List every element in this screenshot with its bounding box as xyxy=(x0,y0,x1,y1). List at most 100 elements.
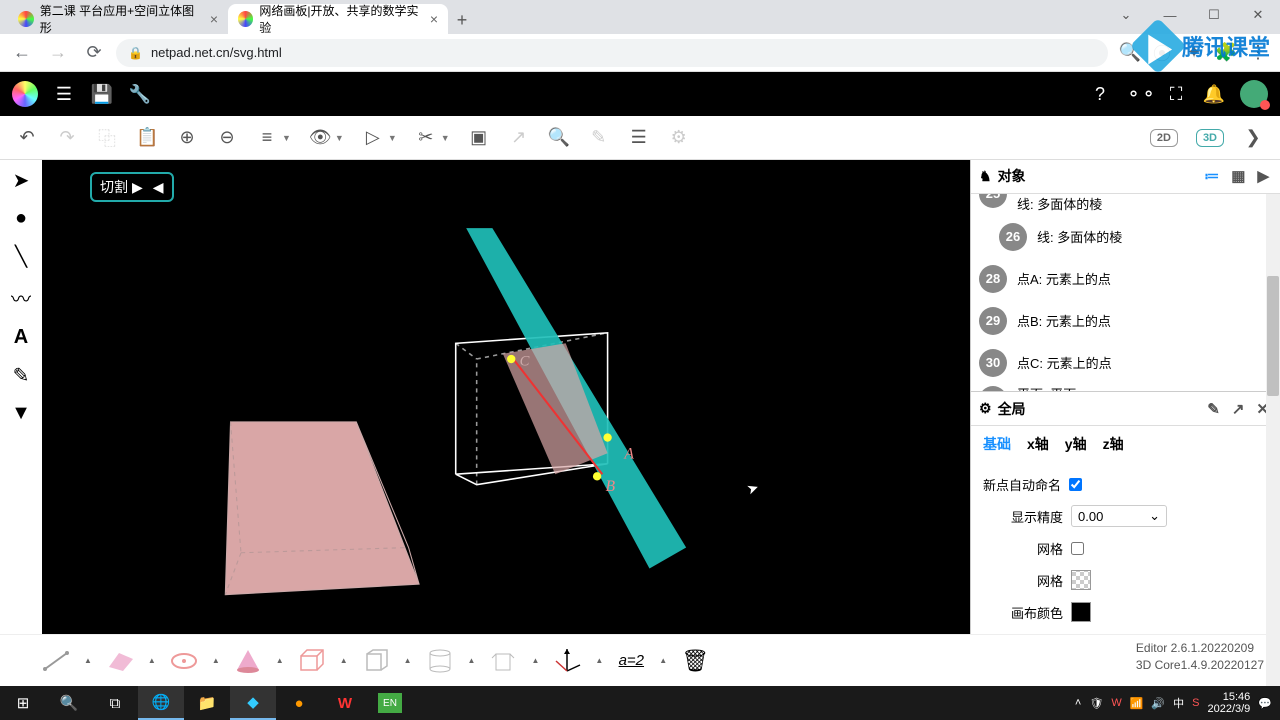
browser-tab-2[interactable]: 网络画板|开放、共享的数学实验 × xyxy=(228,4,448,34)
global-tabs: 基础 x轴 y轴 z轴 xyxy=(971,426,1280,462)
curve-tool[interactable]: 〰 xyxy=(11,283,31,312)
object-item-28[interactable]: 28 点A: 元素上的点 t xyxy=(971,258,1280,300)
minimize-button[interactable]: — xyxy=(1148,0,1192,30)
window-dropdown-icon[interactable]: ⌄ xyxy=(1104,0,1148,30)
chevron-right-icon[interactable]: ❯ xyxy=(1242,127,1264,148)
system-tray[interactable]: ˄ 🛡 W 📶 🔊 中 S 15:46 2022/3/9 💬 xyxy=(1075,691,1280,715)
visibility-dropdown[interactable]: 👁▼ xyxy=(309,127,344,148)
redo-button[interactable]: ↷ xyxy=(56,127,78,148)
puzzle-icon[interactable]: 🧩 xyxy=(1212,39,1240,67)
auto-name-checkbox[interactable] xyxy=(1069,478,1082,491)
settings-button[interactable]: ☰ xyxy=(628,127,650,148)
canvas-3d[interactable]: 切割 ▶ ◀ xyxy=(42,160,970,634)
object-item-26[interactable]: 26 线: 多面体的棱 t xyxy=(971,216,1280,258)
security-tray-icon[interactable]: 🛡 xyxy=(1089,697,1103,710)
ime-taskbar-icon[interactable]: EN xyxy=(378,693,402,713)
tab-y-axis[interactable]: y轴 xyxy=(1065,434,1087,454)
copy-button[interactable]: ⿻ xyxy=(96,125,118,151)
notification-tray-icon[interactable]: 💬 xyxy=(1258,697,1272,710)
tab-basic[interactable]: 基础 xyxy=(983,434,1011,454)
tray-chevron-icon[interactable]: ˄ xyxy=(1075,697,1081,709)
point-a-mark[interactable] xyxy=(603,433,611,441)
app-taskbar-icon[interactable]: ◆ xyxy=(230,686,276,720)
canvas-color-swatch[interactable] xyxy=(1071,602,1091,622)
more-tools[interactable]: ▼ xyxy=(11,402,31,425)
gear-button[interactable]: ⚙ xyxy=(668,127,690,148)
popout-icon[interactable]: ↗ xyxy=(1229,400,1248,418)
wps-taskbar-icon[interactable]: W xyxy=(322,686,368,720)
menu-icon[interactable]: ⋮ xyxy=(1244,39,1272,67)
cube-button[interactable]: ▣ xyxy=(468,127,490,148)
browser-tab-1[interactable]: 第二课 平台应用+空间立体图形 × xyxy=(8,4,228,34)
bell-icon[interactable]: 🔔 xyxy=(1202,84,1226,105)
share-icon[interactable]: ⚬⚬ xyxy=(1126,84,1150,105)
grid-color-swatch[interactable] xyxy=(1071,570,1091,590)
save-icon[interactable]: 💾 xyxy=(90,84,114,105)
orange-app-icon[interactable]: ● xyxy=(276,686,322,720)
zoom-out-button[interactable]: ⊖ xyxy=(216,127,238,148)
tab-z-axis[interactable]: z轴 xyxy=(1103,434,1124,454)
3d-toggle[interactable]: 3D xyxy=(1196,129,1224,147)
point-b-mark[interactable] xyxy=(593,472,601,480)
url-input[interactable]: 🔒 netpad.net.cn/svg.html xyxy=(116,39,1108,67)
maximize-button[interactable]: ☐ xyxy=(1192,0,1236,30)
object-item-29[interactable]: 29 点B: 元素上的点 t xyxy=(971,300,1280,342)
object-item-25[interactable]: 25 线: 多面体的棱 t xyxy=(971,194,1280,216)
app-logo-icon[interactable] xyxy=(12,81,38,107)
grid-view-icon[interactable]: ▦ xyxy=(1228,167,1248,185)
edit-panel-icon[interactable]: ✎ xyxy=(1204,400,1223,418)
hamburger-icon[interactable]: ☰ xyxy=(52,84,76,105)
fullscreen-icon[interactable]: ⛶ xyxy=(1164,84,1188,105)
search-button[interactable]: 🔍 xyxy=(46,686,92,720)
user-avatar[interactable] xyxy=(1240,80,1268,108)
volume-tray-icon[interactable]: 🔊 xyxy=(1151,697,1165,710)
line-tool[interactable]: ╲ xyxy=(15,244,27,269)
list-view-icon[interactable]: ≔ xyxy=(1201,167,1222,185)
object-item-31[interactable]: 31 平面: 平面 xyxy=(971,384,1280,391)
2d-toggle[interactable]: 2D xyxy=(1150,129,1178,147)
point-c[interactable] xyxy=(507,355,515,363)
play-dropdown[interactable]: ▷▼ xyxy=(362,127,397,148)
text-tool[interactable]: A xyxy=(14,326,28,349)
translate-icon[interactable]: ⦿ xyxy=(1148,39,1176,67)
object-item-30[interactable]: 30 点C: 元素上的点 t xyxy=(971,342,1280,384)
point-tool[interactable]: ● xyxy=(15,207,27,230)
ime-tray-icon[interactable]: 中 xyxy=(1173,695,1184,711)
undo-button[interactable]: ↶ xyxy=(16,127,38,148)
objects-list[interactable]: 25 线: 多面体的棱 t 26 线: 多面体的棱 t 28 点A: 元素上的点… xyxy=(971,194,1280,391)
wrench-icon[interactable]: 🔧 xyxy=(128,84,152,105)
pen-tool[interactable]: ✎ xyxy=(13,363,30,388)
extension-icon[interactable]: ✦ xyxy=(1180,39,1208,67)
new-tab-button[interactable]: + xyxy=(448,6,476,34)
task-view-button[interactable]: ⧉ xyxy=(92,686,138,720)
forward-button[interactable]: → xyxy=(44,39,72,67)
zoom-icon[interactable]: 🔍 xyxy=(1116,39,1144,67)
clock[interactable]: 15:46 2022/3/9 xyxy=(1207,691,1250,715)
start-button[interactable]: ⊞ xyxy=(0,686,46,720)
play-panel-icon[interactable]: ▶ xyxy=(1254,167,1272,185)
cut-dropdown[interactable]: ✂▼ xyxy=(415,127,450,148)
help-icon[interactable]: ? xyxy=(1088,84,1112,105)
zoom-in-button[interactable]: ⊕ xyxy=(176,127,198,148)
select-tool[interactable]: ➤ xyxy=(13,168,30,193)
wifi-tray-icon[interactable]: 📶 xyxy=(1130,697,1144,710)
global-scrollbar[interactable] xyxy=(1266,268,1280,720)
edit-button[interactable]: ✎ xyxy=(588,127,610,148)
close-icon[interactable]: × xyxy=(210,11,218,27)
reload-button[interactable]: ⟳ xyxy=(80,39,108,67)
w-tray-icon[interactable]: W xyxy=(1111,697,1121,709)
inspect-button[interactable]: 🔍 xyxy=(548,127,570,148)
list-dropdown[interactable]: ≡▼ xyxy=(256,127,291,148)
paste-button[interactable]: 📋 xyxy=(136,127,158,148)
back-button[interactable]: ← xyxy=(8,39,36,67)
export-button[interactable]: ↗ xyxy=(508,127,530,148)
explorer-taskbar-icon[interactable]: 📁 xyxy=(184,686,230,720)
chrome-taskbar-icon[interactable]: 🌐 xyxy=(138,686,184,720)
caret-icon[interactable]: ▲ xyxy=(84,656,92,665)
close-window-button[interactable]: ✕ xyxy=(1236,0,1280,30)
grid-checkbox[interactable] xyxy=(1071,542,1084,555)
sogou-tray-icon[interactable]: S xyxy=(1192,697,1199,709)
precision-select[interactable]: 0.00 ⌄ xyxy=(1071,505,1167,527)
close-icon[interactable]: × xyxy=(430,11,438,27)
tab-x-axis[interactable]: x轴 xyxy=(1027,434,1049,454)
